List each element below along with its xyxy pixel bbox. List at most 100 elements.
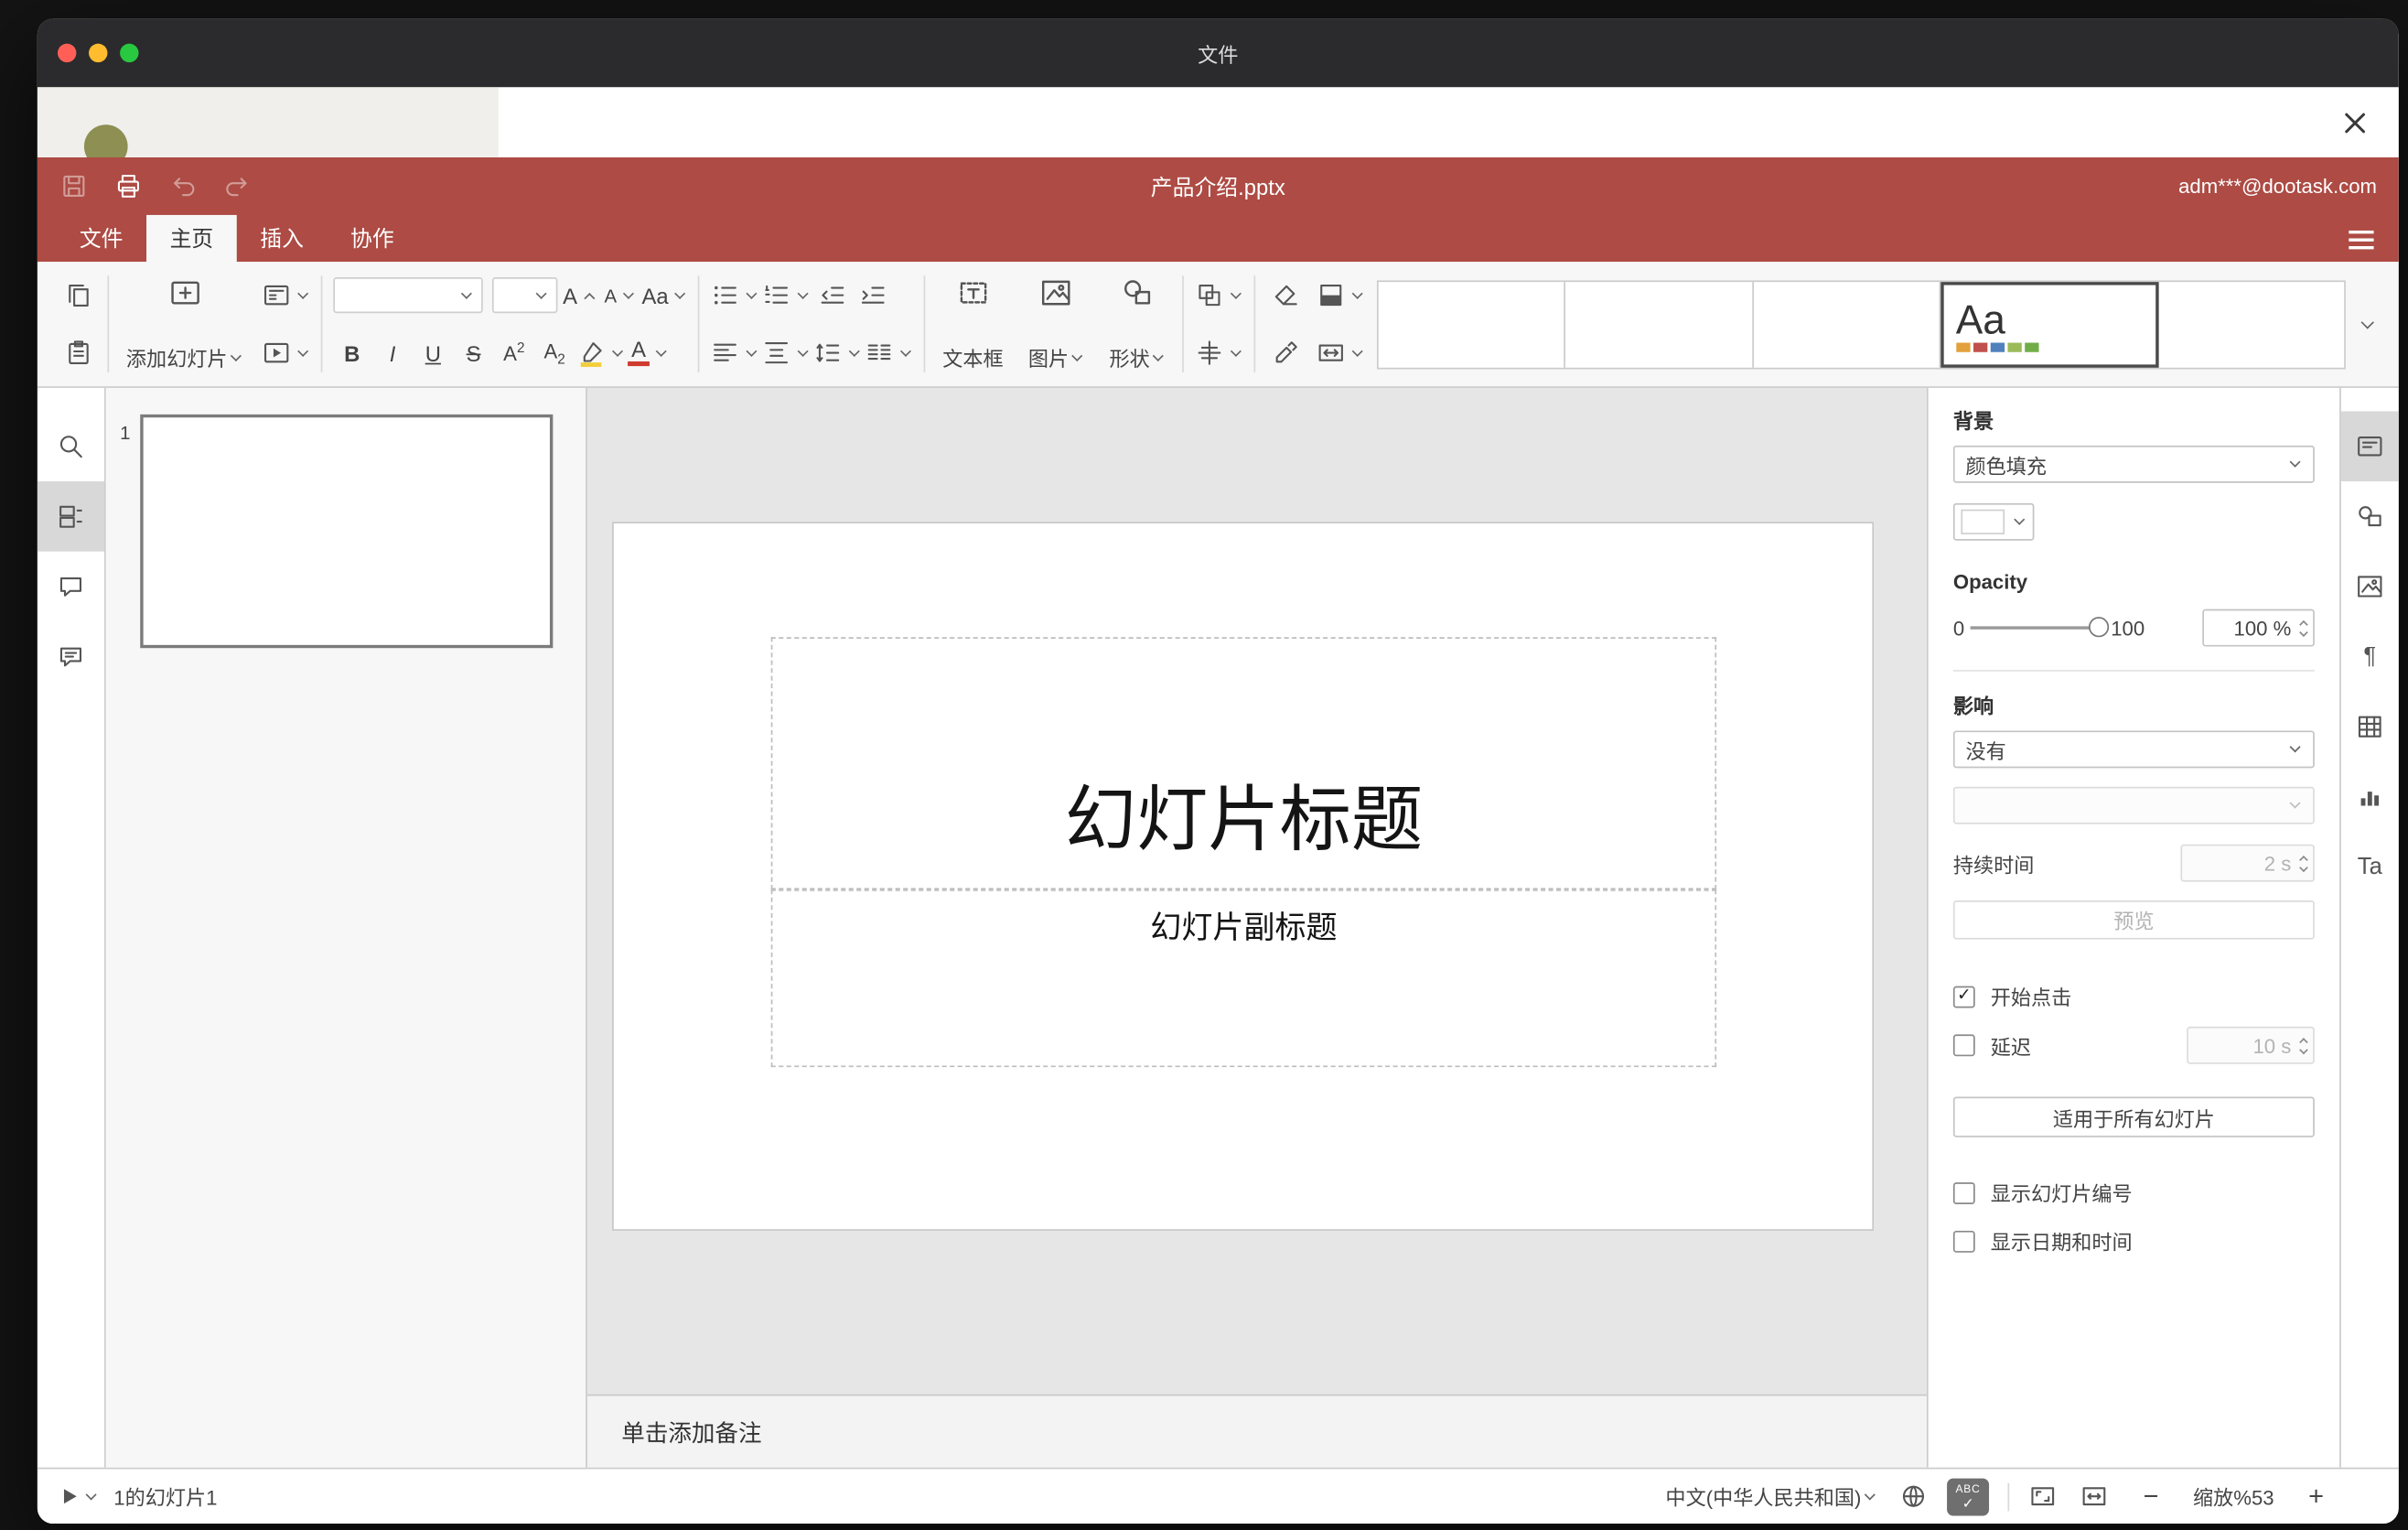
opacity-slider[interactable] [1971,617,2110,638]
slide-subtitle-placeholder[interactable]: 幻灯片副标题 [770,889,1717,1068]
decrease-font-button[interactable]: A [601,275,639,315]
show-date-row: 显示日期和时间 [1952,1226,2315,1255]
align-shape-button[interactable] [1195,332,1243,372]
columns-button[interactable] [865,332,913,372]
insert-shape-button[interactable]: 形状 [1103,271,1172,377]
horizontal-align-button[interactable] [711,332,759,372]
start-slideshow-status-button[interactable] [56,1483,98,1510]
delay-spinner[interactable]: 10 s [2187,1026,2315,1064]
arrange-shape-button[interactable] [1195,275,1243,315]
superscript-button[interactable]: A2 [495,332,532,372]
chart-settings-button[interactable] [2341,762,2399,833]
strikethrough-button[interactable]: S [455,332,492,372]
tab-insert[interactable]: 插入 [237,215,328,262]
shape-fill-button[interactable] [1317,275,1365,315]
notes-area[interactable]: 单击添加备注 [586,1394,1927,1468]
copy-style-button[interactable] [1266,332,1304,372]
theme-item[interactable] [1566,281,1754,367]
add-slide-button[interactable]: 添加幻灯片 [120,271,249,377]
slide-thumbnail[interactable] [140,414,554,649]
chat-panel-button[interactable] [38,621,104,692]
font-name-combo[interactable] [333,277,483,314]
tab-collaboration[interactable]: 协作 [328,215,418,262]
close-preview-button[interactable] [2332,100,2379,146]
apply-to-all-slides-button[interactable]: 适用于所有幻灯片 [1952,1096,2315,1137]
right-icon-rail: ¶ Ta [2339,387,2399,1468]
decrease-indent-button[interactable] [813,275,851,315]
opacity-slider-knob[interactable] [2089,617,2110,638]
tab-home[interactable]: 主页 [146,214,237,263]
theme-item-selected[interactable]: Aa [1940,281,2159,367]
slide-settings-button[interactable] [2340,411,2399,482]
insert-textbox-button[interactable]: 文本框 [936,271,1009,377]
theme-gallery-expand-button[interactable] [2346,280,2386,369]
slide[interactable]: 幻灯片标题 幻灯片副标题 [613,523,1873,1230]
arrange-group [1188,270,1249,379]
clipboard-group [53,270,102,379]
comments-panel-button[interactable] [38,552,104,622]
duration-spinner[interactable]: 2 s [2180,844,2315,882]
close-traffic-light[interactable] [57,43,77,63]
copy-button[interactable] [59,275,97,315]
text-art-settings-button[interactable]: Ta [2341,832,2399,902]
opacity-spinner[interactable]: 100 % [2202,609,2315,647]
slides-panel-button[interactable] [37,481,105,552]
numbered-list-button[interactable] [762,275,811,315]
vertical-align-button[interactable] [762,332,811,372]
preview-transition-button[interactable]: 预览 [1952,900,2315,940]
zoom-out-button[interactable]: − [2134,1481,2167,1512]
slide-layout-button[interactable] [262,275,310,315]
bold-button[interactable]: B [333,332,371,372]
fit-width-button[interactable] [2080,1482,2109,1511]
font-size-combo[interactable] [492,277,558,314]
undo-button[interactable] [168,171,198,200]
table-settings-button[interactable] [2341,692,2399,762]
theme-item[interactable] [1379,281,1566,367]
background-fill-select[interactable]: 颜色填充 [1952,445,2315,483]
document-language-button[interactable] [1898,1482,1928,1511]
zoom-in-button[interactable]: + [2299,1481,2333,1512]
theme-item[interactable] [2158,281,2344,367]
image-settings-button[interactable] [2341,552,2399,622]
slide-size-button[interactable] [1317,332,1365,372]
font-color-button[interactable]: A [628,332,668,372]
delay-checkbox[interactable] [1952,1034,1975,1057]
paste-button[interactable] [59,332,97,372]
bullet-list-button[interactable] [711,275,759,315]
print-button[interactable] [113,171,143,200]
search-panel-button[interactable] [38,411,104,481]
zoom-traffic-light[interactable] [120,43,139,63]
spell-check-button[interactable]: ABC ✓ [1947,1477,1989,1515]
redo-button[interactable] [222,171,252,200]
change-case-button[interactable]: Aa [641,275,687,315]
theme-item[interactable] [1753,281,1940,367]
clear-style-button[interactable] [1266,275,1304,315]
start-on-click-checkbox[interactable]: ✓ [1952,985,1975,1007]
insert-image-button[interactable]: 图片 [1022,271,1091,377]
underline-button[interactable]: U [414,332,452,372]
tab-file[interactable]: 文件 [56,215,146,262]
shape-settings-button[interactable] [2341,481,2399,552]
subscript-button[interactable]: A2 [536,332,574,372]
minimize-traffic-light[interactable] [89,43,108,63]
start-slideshow-button[interactable] [262,332,310,372]
line-spacing-button[interactable] [813,332,862,372]
increase-font-button[interactable]: A [561,275,598,315]
slide-title-placeholder[interactable]: 幻灯片标题 [770,637,1717,890]
highlight-color-button[interactable] [576,332,625,372]
transition-label: 影响 [1952,695,1994,718]
language-selector[interactable]: 中文(中华人民共和国) [1665,1482,1876,1511]
fit-slide-button[interactable] [2028,1482,2058,1511]
increase-indent-button[interactable] [854,275,891,315]
transition-option-select[interactable] [1952,786,2315,824]
comments-icon [59,577,82,597]
paragraph-settings-button[interactable]: ¶ [2341,621,2399,692]
show-date-checkbox[interactable] [1952,1230,1975,1252]
italic-button[interactable]: I [374,332,412,372]
show-slide-number-checkbox[interactable] [1952,1181,1975,1204]
editing-canvas[interactable]: 幻灯片标题 幻灯片副标题 [587,388,1927,1395]
menu-icon[interactable] [2349,230,2374,250]
background-color-picker[interactable] [1952,502,2035,541]
transition-select[interactable]: 没有 [1952,730,2315,769]
save-button[interactable] [59,171,89,200]
